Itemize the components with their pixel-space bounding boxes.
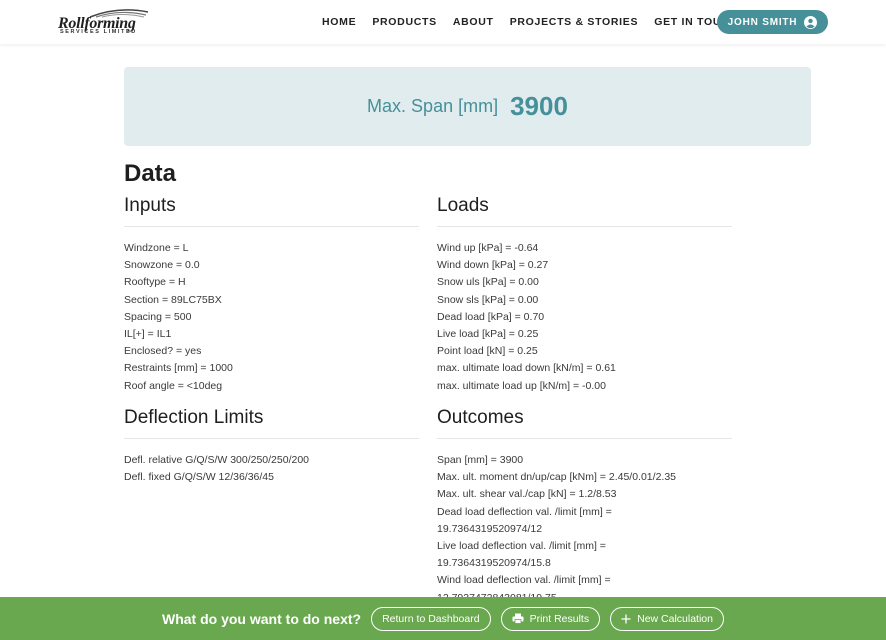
outcome-line: Dead load deflection val. /limit [mm] = bbox=[437, 505, 612, 518]
max-span-value: 3900 bbox=[510, 91, 568, 121]
outcome-line: Max. ult. moment dn/up/cap [kNm] = 2.45/… bbox=[437, 471, 677, 484]
data-heading: Data bbox=[124, 160, 177, 187]
user-account-button[interactable]: JOHN SMITH bbox=[717, 10, 828, 34]
nav-projects-stories[interactable]: PROJECTS & STORIES bbox=[510, 16, 639, 28]
load-line: Live load [kPa] = 0.25 bbox=[437, 328, 539, 341]
loads-heading: Loads bbox=[437, 195, 732, 227]
input-line: Enclosed? = yes bbox=[124, 345, 202, 358]
max-span-banner: Max. Span [mm] 3900 bbox=[124, 67, 811, 146]
next-action-bar: What do you want to do next? Return to D… bbox=[0, 597, 886, 640]
site-header: Rollforming SERVICES LIMITED HOME PRODUC… bbox=[0, 0, 886, 44]
inputs-heading: Inputs bbox=[124, 195, 419, 227]
load-line: Wind down [kPa] = 0.27 bbox=[437, 259, 549, 272]
input-line: Restraints [mm] = 1000 bbox=[124, 362, 233, 375]
inputs-section: Inputs Windzone = L Snowzone = 0.0 Rooft… bbox=[124, 195, 419, 395]
loads-section: Loads Wind up [kPa] = -0.64 Wind down [k… bbox=[437, 195, 732, 395]
plus-icon bbox=[621, 614, 631, 623]
outcome-line: 19.7364319520974/15.8 bbox=[437, 557, 551, 570]
next-action-question: What do you want to do next? bbox=[162, 610, 362, 627]
outcome-line: Max. ult. shear val./cap [kN] = 1.2/8.53 bbox=[437, 488, 617, 501]
input-line: Spacing = 500 bbox=[124, 310, 192, 323]
input-line: Rooftype = H bbox=[124, 276, 186, 289]
print-results-label: Print Results bbox=[529, 612, 590, 625]
deflection-limits-section: Deflection Limits Defl. relative G/Q/S/W… bbox=[124, 407, 419, 486]
logo-subtext: SERVICES LIMITED bbox=[60, 29, 137, 35]
new-calculation-button[interactable]: New Calculation bbox=[610, 606, 724, 631]
input-line: IL[+] = IL1 bbox=[124, 328, 172, 341]
load-line: Point load [kN] = 0.25 bbox=[437, 345, 538, 358]
input-line: Snowzone = 0.0 bbox=[124, 259, 200, 272]
nav-about[interactable]: ABOUT bbox=[453, 16, 494, 28]
user-avatar-icon bbox=[804, 15, 818, 29]
deflection-limits-heading: Deflection Limits bbox=[124, 407, 419, 439]
new-calculation-label: New Calculation bbox=[637, 612, 713, 625]
outcome-line: Span [mm] = 3900 bbox=[437, 454, 524, 466]
max-span-label: Max. Span [mm] bbox=[367, 96, 499, 116]
return-to-dashboard-label: Return to Dashboard bbox=[382, 612, 480, 625]
outcome-line: Wind load deflection val. /limit [mm] = bbox=[437, 574, 611, 587]
outcomes-heading: Outcomes bbox=[437, 407, 732, 439]
load-line: Wind up [kPa] = -0.64 bbox=[437, 242, 539, 254]
input-line: Windzone = L bbox=[124, 242, 189, 254]
printer-icon bbox=[512, 613, 524, 624]
return-to-dashboard-button[interactable]: Return to Dashboard bbox=[371, 606, 491, 631]
load-line: Dead load [kPa] = 0.70 bbox=[437, 310, 545, 323]
nav-products[interactable]: PRODUCTS bbox=[372, 16, 437, 28]
load-line: max. ultimate load down [kN/m] = 0.61 bbox=[437, 362, 616, 375]
load-line: Snow sls [kPa] = 0.00 bbox=[437, 293, 539, 306]
load-line: Snow uls [kPa] = 0.00 bbox=[437, 276, 539, 289]
outcomes-section: Outcomes Span [mm] = 3900 Max. ult. mome… bbox=[437, 407, 732, 607]
outcome-line: Live load deflection val. /limit [mm] = bbox=[437, 540, 606, 553]
rollforming-logo[interactable]: Rollforming SERVICES LIMITED bbox=[58, 8, 152, 38]
user-name-label: JOHN SMITH bbox=[727, 16, 798, 28]
input-line: Section = 89LC75BX bbox=[124, 293, 222, 306]
input-line: Roof angle = <10deg bbox=[124, 379, 223, 392]
print-results-button[interactable]: Print Results bbox=[500, 606, 601, 631]
load-line: max. ultimate load up [kN/m] = -0.00 bbox=[437, 379, 606, 392]
outcome-line: 19.7364319520974/12 bbox=[437, 522, 543, 535]
deflection-line: Defl. relative G/Q/S/W 300/250/250/200 bbox=[124, 454, 310, 466]
main-nav: HOME PRODUCTS ABOUT PROJECTS & STORIES G… bbox=[322, 0, 754, 44]
deflection-line: Defl. fixed G/Q/S/W 12/36/36/45 bbox=[124, 471, 274, 484]
nav-home[interactable]: HOME bbox=[322, 16, 356, 28]
